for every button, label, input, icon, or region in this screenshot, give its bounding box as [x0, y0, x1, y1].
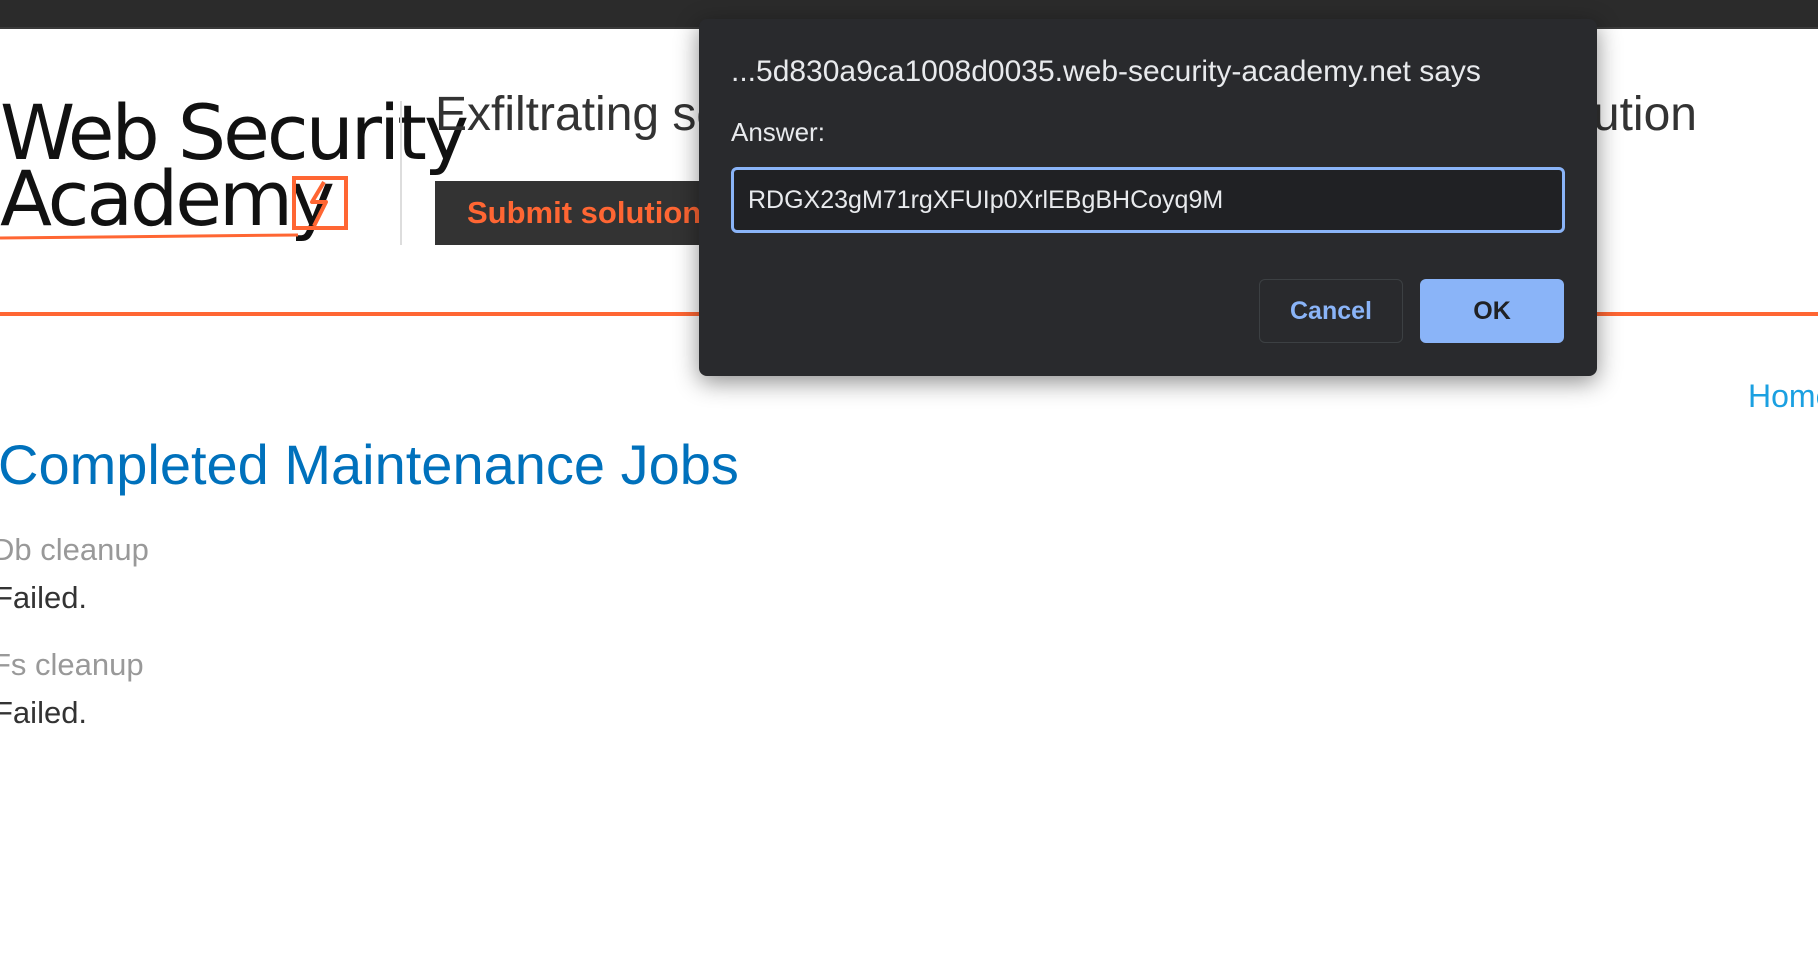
job-name: Fs cleanup [0, 647, 144, 682]
job-status: Failed. [0, 580, 88, 615]
academy-logo[interactable]: Web Security Academy [0, 69, 469, 249]
cancel-button[interactable]: Cancel [1259, 279, 1403, 343]
dialog-title: ...5d830a9ca1008d0035.web-security-acade… [731, 55, 1481, 88]
job-name: Db cleanup [0, 532, 149, 567]
home-link[interactable]: Home [1748, 378, 1818, 415]
page-title: Completed Maintenance Jobs [0, 433, 739, 496]
logo-mark-icon [292, 176, 348, 230]
dialog-label: Answer: [731, 117, 825, 147]
job-status: Failed. [0, 695, 88, 730]
submit-solution-button[interactable]: Submit solution [435, 181, 705, 245]
answer-input[interactable] [731, 167, 1565, 233]
header-divider [400, 101, 402, 245]
ok-button[interactable]: OK [1420, 279, 1564, 343]
prompt-dialog: ...5d830a9ca1008d0035.web-security-acade… [699, 19, 1597, 376]
logo-line-2: Academy [0, 154, 335, 243]
